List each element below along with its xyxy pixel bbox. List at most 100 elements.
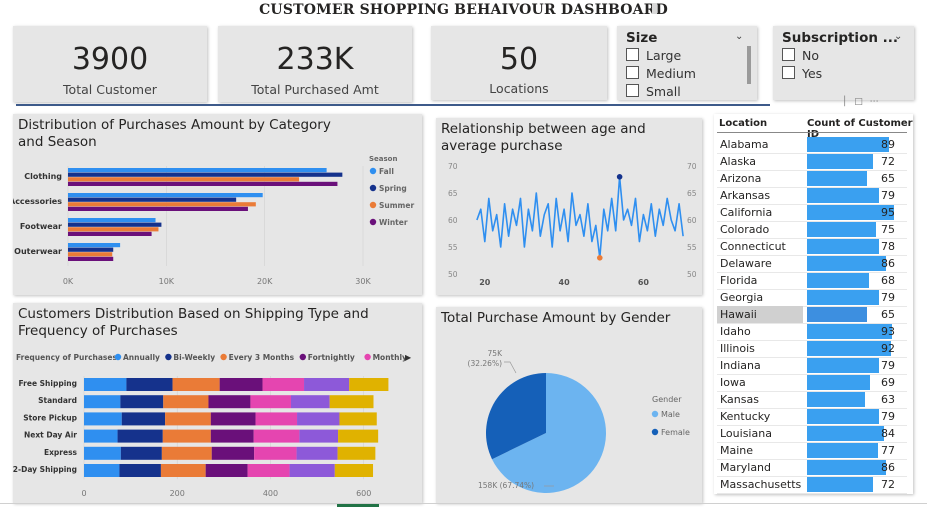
table-row[interactable]: Hawaii 65 [717,306,907,324]
table-row[interactable]: Colorado 75 [717,221,907,239]
checkbox[interactable] [782,48,795,61]
kpi-card-total-purchased-amt[interactable]: 233K Total Purchased Amt [218,26,412,102]
title-scrollbar-thumb[interactable] [652,3,657,14]
visual-header-icons[interactable]: │ □ ⋯ [842,97,881,107]
table-row[interactable]: Kansas 63 [717,391,907,409]
table-row[interactable]: California 95 [717,204,907,222]
legend-label: Bi-Weekly [173,353,215,362]
segment-every-3-months [172,378,220,391]
segment-weekly [329,395,374,409]
segment-monthly [253,429,300,443]
table-row[interactable]: Alaska 72 [717,153,907,171]
segment-every-3-months [162,429,211,443]
shipping-frequency-chart[interactable]: Customers Distribution Based on Shipping… [13,303,422,503]
table-row[interactable]: Maryland 86 [717,459,907,477]
table-row[interactable]: Connecticut 78 [717,238,907,256]
segment-bi-weekly [120,395,164,409]
segment-bi-weekly [121,412,166,426]
slicer-option-medium[interactable]: Medium [626,66,696,81]
category-label: Clothing [24,172,62,181]
table-row[interactable]: Illinois 92 [717,340,907,358]
table-row[interactable]: Arizona 65 [717,170,907,188]
segment-monthly [247,464,290,477]
chevron-down-icon[interactable]: ⌄ [894,31,902,42]
kpi-card-locations[interactable]: 50 Locations [431,26,607,100]
table-row[interactable]: Maine 77 [717,442,907,460]
category-label: Next Day Air [24,431,77,440]
x-tick-label: 40 [559,278,571,287]
location-name: Kansas [720,393,759,406]
category-season-chart[interactable]: Distribution of Purchases Amount by Cate… [13,114,422,295]
count-value: 89 [881,138,895,151]
table-row[interactable]: Louisiana 84 [717,425,907,443]
slicer-title: Subscription ... [782,30,899,46]
kpi-card-total-customer[interactable]: 3900 Total Customer [13,26,207,102]
table-row[interactable]: Arkansas 79 [717,187,907,205]
size-slicer[interactable]: Size ⌄ Large Medium Small [617,26,757,100]
slicer-scrollbar[interactable] [747,46,751,84]
table-header-location[interactable]: Location [719,118,767,129]
location-table[interactable]: Location Count of Customer ID Alabama 89 A… [714,114,913,494]
bar-spring [68,222,162,227]
location-name: Georgia [720,291,764,304]
segment-annually [84,412,122,426]
count-bar [807,392,865,407]
min-point [596,255,603,261]
segment-weekly [338,429,379,443]
table-row[interactable]: Indiana 79 [717,357,907,375]
kpi-value: 3900 [71,42,149,77]
data-label-male: 158K (67.74%) [478,481,534,490]
segment-quarterly [296,446,338,460]
bar-fall [68,193,263,198]
checkbox[interactable] [782,66,795,79]
data-label-female: 75K [488,349,504,358]
slicer-option-large[interactable]: Large [626,48,681,63]
table-row[interactable]: Florida 68 [717,272,907,290]
segment-quarterly [299,429,339,443]
location-name: Illinois [720,342,755,355]
location-name: Kentucky [720,410,771,423]
table-row[interactable]: Alabama 89 [717,136,907,154]
count-value: 86 [881,461,895,474]
legend-marker [651,428,659,436]
count-bar [807,154,873,169]
count-value: 63 [881,393,895,406]
legend-marker [114,353,122,361]
table-row[interactable]: Massachusetts 72 [717,476,907,494]
subscription-slicer[interactable]: Subscription ... ⌄ No Yes [773,26,914,100]
kpi-label: Total Customer [63,82,157,97]
category-label: Store Pickup [23,413,77,422]
checkbox[interactable] [626,48,639,61]
bar-fall [68,243,121,248]
table-row[interactable]: Georgia 79 [717,289,907,307]
bar-winter [68,206,248,211]
segment-quarterly [290,395,330,409]
segment-bi-weekly [126,378,173,391]
gender-pie-chart[interactable]: Total Purchase Amount by Gender 158K (67… [436,307,702,503]
legend-label: Monthly [373,353,407,362]
bar-winter [68,256,114,261]
age-purchase-chart[interactable]: Relationship between age and average pur… [436,118,702,295]
shipping-frequency-plot: Frequency of Purchases Annually Bi-Weekly E… [13,353,412,498]
table-row[interactable]: Iowa 69 [717,374,907,392]
legend-label: Female [661,428,690,437]
count-value: 69 [881,376,895,389]
slicer-option-small[interactable]: Small [626,84,681,99]
slicer-option-no[interactable]: No [782,48,819,63]
legend-marker [369,184,377,192]
location-name: Iowa [720,376,746,389]
slicer-option-yes[interactable]: Yes [782,66,822,81]
checkbox[interactable] [626,66,639,79]
table-row[interactable]: Kentucky 79 [717,408,907,426]
y-tick-label-secondary: 65 [687,189,697,198]
table-row[interactable]: Delaware 86 [717,255,907,273]
chevron-down-icon[interactable]: ⌄ [735,31,743,42]
legend-label: Every 3 Months [229,353,295,362]
count-bar [807,477,873,492]
kpi-label: Total Purchased Amt [251,82,379,97]
count-value: 68 [881,274,895,287]
x-tick-label: 200 [170,489,185,498]
x-tick-label: 10K [159,277,175,286]
checkbox[interactable] [626,84,639,97]
table-row[interactable]: Idaho 93 [717,323,907,341]
